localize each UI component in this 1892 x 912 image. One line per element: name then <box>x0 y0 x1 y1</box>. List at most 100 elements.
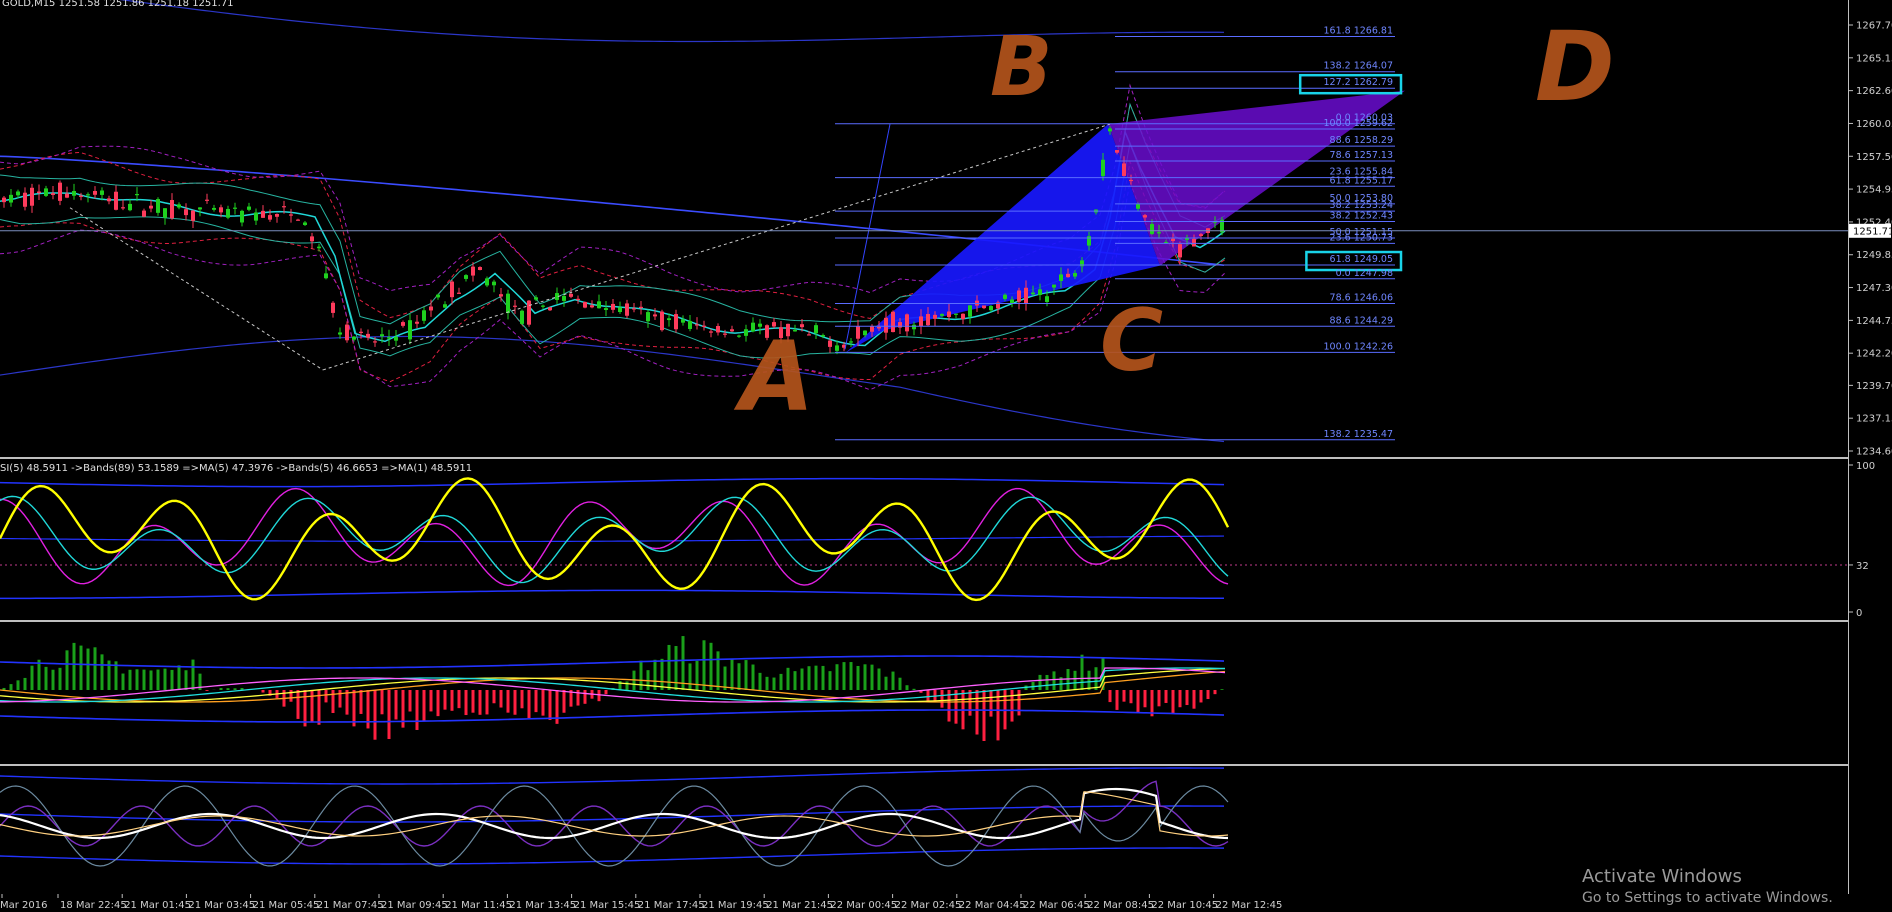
histogram-bar <box>394 690 398 720</box>
histogram-bar <box>688 663 692 690</box>
candle-body <box>1129 179 1133 182</box>
histogram-canvas[interactable] <box>0 622 1892 764</box>
histogram-bar <box>1220 689 1224 690</box>
fib-level-label: 138.2 1235.47 <box>1323 429 1393 440</box>
candle-body <box>156 199 160 213</box>
histogram-bar <box>1045 674 1049 690</box>
candle-body <box>891 311 895 333</box>
histogram-bar <box>877 668 881 690</box>
pane-divider[interactable] <box>0 457 1848 459</box>
candle-body <box>324 273 328 279</box>
histogram-pane[interactable] <box>0 622 1892 764</box>
histogram-bar <box>597 690 601 702</box>
fib-level-label: 61.8 1255.17 <box>1330 175 1393 186</box>
histogram-bar <box>121 673 125 690</box>
oscillator-line <box>0 785 1229 867</box>
fib-level-label: 23.6 1250.73 <box>1330 232 1393 243</box>
rsi-pane[interactable]: 100 32 0 SI(5) 48.5911 ->Bands(89) 53.1589… <box>0 460 1892 620</box>
histogram-bar <box>184 670 188 690</box>
candle-body <box>303 222 307 225</box>
candle-body <box>618 307 622 313</box>
histogram-bar <box>751 664 755 690</box>
candle-body <box>478 267 482 270</box>
histogram-bar <box>513 690 517 715</box>
candle-body <box>681 319 685 323</box>
histogram-bar <box>828 671 832 690</box>
candle-body <box>408 320 412 340</box>
histogram-bar <box>863 664 867 690</box>
trend-line <box>69 207 324 371</box>
candle-body <box>814 325 818 334</box>
candle-body <box>331 302 335 313</box>
histogram-bar <box>1136 690 1140 713</box>
histogram-bar <box>415 690 419 730</box>
histogram-bar <box>849 662 853 690</box>
oscillator-line <box>0 787 1229 840</box>
candle-body <box>597 301 601 309</box>
histogram-bar <box>1108 690 1112 703</box>
fib-level-label: 127.2 1262.79 <box>1323 77 1393 88</box>
candle-body <box>709 331 713 333</box>
candle-body <box>1052 284 1056 288</box>
candle-body <box>464 275 468 279</box>
candle-body <box>667 318 671 321</box>
histogram-bar <box>968 690 972 716</box>
time-tick-label: 21 Mar 01:45 <box>124 900 191 911</box>
activate-windows-title: Activate Windows <box>1582 866 1742 887</box>
histogram-bar <box>1213 690 1217 695</box>
candle-body <box>394 336 398 341</box>
candle-body <box>471 266 475 276</box>
histogram-bar <box>870 664 874 690</box>
histogram-bar <box>737 663 741 690</box>
candle-body <box>345 324 349 341</box>
time-tick-label: 21 Mar 07:45 <box>317 900 384 911</box>
histogram-bar <box>1206 690 1210 700</box>
candle-body <box>933 314 937 319</box>
candle-body <box>604 308 608 311</box>
candle-body <box>268 215 272 220</box>
candle-body <box>415 321 419 324</box>
price-tick-label: 1254.95 <box>1856 185 1892 196</box>
candle-body <box>1024 287 1028 304</box>
candle-body <box>1038 289 1042 295</box>
candle-body <box>534 297 538 300</box>
histogram-bar <box>1017 690 1021 716</box>
candle-body <box>191 210 195 221</box>
candle-body <box>499 294 503 297</box>
candle-body <box>821 335 825 337</box>
histogram-bar <box>604 690 608 695</box>
histogram-bar <box>478 690 482 715</box>
histogram-bar <box>464 690 468 716</box>
histogram-bar <box>163 668 167 690</box>
candle-body <box>639 306 643 309</box>
histogram-bar <box>492 690 496 704</box>
candle-body <box>954 313 958 315</box>
histogram-bar <box>1010 690 1014 722</box>
candle-body <box>1108 128 1112 132</box>
histogram-bar <box>744 660 748 690</box>
rsi-canvas[interactable]: 100 32 0 <box>0 460 1892 620</box>
histogram-bar <box>660 658 664 690</box>
candle-body <box>226 208 230 218</box>
price-tick-label: 1267.70 <box>1856 21 1892 32</box>
histogram-bar <box>30 665 34 690</box>
candle-body <box>387 337 391 339</box>
candle-body <box>485 278 489 286</box>
histogram-bar <box>541 690 545 716</box>
price-tick-label: 1242.20 <box>1856 349 1892 360</box>
candle-body <box>1101 159 1105 177</box>
histogram-bar <box>856 665 860 690</box>
price-chart-canvas[interactable]: 1267.70 1265.15 1262.60 1260.05 1257.50 1254.… <box>0 0 1892 458</box>
histogram-bar <box>800 668 804 690</box>
candle-body <box>240 210 244 223</box>
candle-body <box>380 334 384 337</box>
histogram-bar <box>177 665 181 690</box>
histogram-bar <box>359 690 363 714</box>
histogram-bar <box>842 662 846 690</box>
histogram-bar <box>765 676 769 690</box>
candle-body <box>849 341 853 343</box>
histogram-bar <box>520 690 524 709</box>
histogram-bar <box>156 669 160 690</box>
price-chart-pane[interactable]: 1267.70 1265.15 1262.60 1260.05 1257.50 1254.… <box>0 0 1892 458</box>
candle-body <box>877 326 881 329</box>
